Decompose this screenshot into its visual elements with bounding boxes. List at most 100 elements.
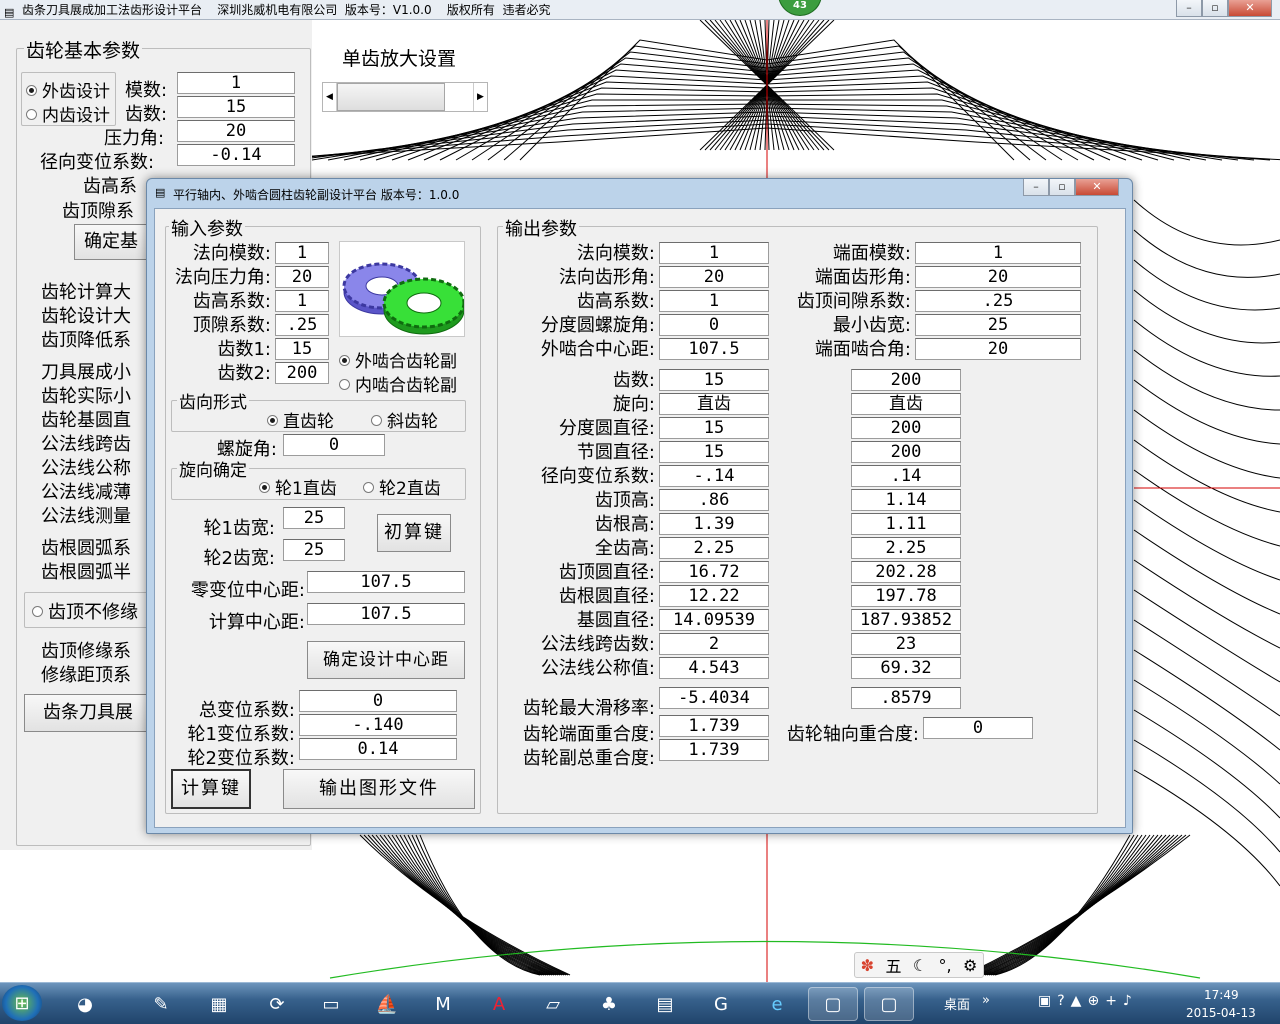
close-icon[interactable]: ✕ bbox=[1228, 0, 1272, 17]
fillet-curve-left bbox=[359, 834, 571, 976]
tray-arrow-icon[interactable]: ▲ bbox=[1071, 993, 1082, 1009]
out-transverse-module-field: 1 bbox=[915, 242, 1081, 264]
helix-angle-field[interactable]: 0 bbox=[283, 434, 385, 456]
shift1-field[interactable]: -.140 bbox=[299, 714, 457, 736]
addendum-coef-field[interactable]: 1 bbox=[275, 290, 329, 312]
tray-help-icon[interactable]: ? bbox=[1057, 993, 1064, 1009]
output-row-gear1-field: 4.543 bbox=[659, 657, 769, 679]
calculate-button[interactable]: 计算键 bbox=[171, 769, 251, 809]
taskbar-notes-icon[interactable]: ▱ bbox=[528, 987, 578, 1021]
taskbar-calculator-icon[interactable]: ▦ bbox=[194, 987, 244, 1021]
clock-time[interactable]: 17:49 bbox=[1204, 988, 1239, 1002]
out-helix-field: 0 bbox=[659, 314, 769, 336]
taskbar-m-icon[interactable]: M bbox=[418, 987, 468, 1021]
output-row-gear1-field: 2.25 bbox=[659, 537, 769, 559]
output-row-label: 基圆直径: bbox=[576, 610, 655, 631]
taskbar-folder-icon[interactable]: ▭ bbox=[306, 987, 356, 1021]
out-transverse-mesh-field: 20 bbox=[915, 338, 1081, 360]
ime-mode[interactable]: 五 bbox=[885, 953, 901, 977]
internal-design-radio[interactable]: 内齿设计 bbox=[26, 101, 110, 126]
toolbar-expand-icon[interactable]: » bbox=[982, 993, 990, 1008]
teeth1-label: 齿数1: bbox=[217, 339, 271, 360]
module-field[interactable]: 1 bbox=[177, 72, 295, 94]
rack-tool-button[interactable]: 齿条刀具展 bbox=[24, 694, 152, 732]
teeth-field[interactable]: 15 bbox=[177, 96, 295, 118]
taskbar-paint-icon[interactable]: ✎ bbox=[136, 987, 186, 1021]
rack-envelope-line bbox=[247, 127, 1280, 161]
maximize-icon[interactable]: ▫ bbox=[1049, 179, 1075, 196]
helical-radio[interactable]: 斜齿轮 bbox=[371, 407, 438, 432]
output-row-gear1-field: 15 bbox=[659, 369, 769, 391]
output-row-gear2-field: 200 bbox=[851, 369, 961, 391]
side-label: 齿根圆弧半 bbox=[41, 562, 131, 583]
taskbar-film-icon[interactable]: ▤ bbox=[640, 987, 690, 1021]
width1-field[interactable]: 25 bbox=[283, 507, 345, 529]
taskbar: ⊞ ◕ ✎ ▦ ⟳ ▭ ⛵ M A ▱ ♣ ▤ G e ▢ ▢ 桌面 » ▣ ?… bbox=[0, 982, 1280, 1024]
teeth1-field[interactable]: 15 bbox=[275, 338, 329, 360]
settings-gear-icon[interactable]: ⚙ bbox=[963, 956, 977, 975]
output-row-gear1-field: 15 bbox=[659, 417, 769, 439]
output-row-gear2-field: 1.14 bbox=[851, 489, 961, 511]
moon-icon[interactable]: ☾ bbox=[913, 956, 927, 975]
width2-field[interactable]: 25 bbox=[283, 539, 345, 561]
scroll-thumb[interactable] bbox=[337, 83, 445, 111]
calc-center-label: 计算中心距: bbox=[208, 612, 305, 633]
tray-network-icon[interactable]: ⊕ bbox=[1087, 993, 1099, 1009]
output-row-gear1-field: 15 bbox=[659, 441, 769, 463]
taskbar-ie-icon[interactable]: e bbox=[752, 987, 802, 1021]
spur-radio[interactable]: 直齿轮 bbox=[267, 407, 334, 432]
confirm-basic-button[interactable]: 确定基 bbox=[74, 224, 148, 260]
clearance-coef-field[interactable]: .25 bbox=[275, 314, 329, 336]
taskbar-pdf-icon[interactable]: A bbox=[474, 987, 524, 1021]
internal-pair-radio[interactable]: 内啮合齿轮副 bbox=[339, 371, 457, 396]
taskbar-refresh-icon[interactable]: ⟳ bbox=[252, 987, 302, 1021]
start-button-icon[interactable]: ⊞ bbox=[2, 985, 42, 1021]
teeth2-field[interactable]: 200 bbox=[275, 362, 329, 384]
normal-pressure-field[interactable]: 20 bbox=[275, 266, 329, 288]
clock-date[interactable]: 2015-04-13 bbox=[1186, 1006, 1256, 1020]
minimize-icon[interactable]: – bbox=[1176, 0, 1202, 17]
tip-no-modify-radio[interactable]: 齿顶不修缘 bbox=[32, 598, 138, 624]
fillet-curve-left bbox=[375, 834, 563, 976]
scroll-right-icon[interactable]: ▶ bbox=[473, 83, 487, 111]
tray-app-icon[interactable]: ▣ bbox=[1038, 993, 1051, 1009]
calc-center-field[interactable]: 107.5 bbox=[307, 603, 465, 625]
taskbar-app1-icon[interactable]: ◕ bbox=[60, 987, 110, 1021]
maximize-icon[interactable]: ▫ bbox=[1202, 0, 1228, 17]
pressure-angle-field[interactable]: 20 bbox=[177, 120, 295, 142]
total-shift-field[interactable]: 0 bbox=[299, 690, 457, 712]
out-min-width-field: 25 bbox=[915, 314, 1081, 336]
clearance-coef-label: 齿顶隙系 bbox=[62, 201, 134, 222]
fillet-curve-left bbox=[391, 834, 555, 976]
external-pair-radio[interactable]: 外啮合齿轮副 bbox=[339, 347, 457, 372]
axial-contact-field: 0 bbox=[923, 717, 1033, 739]
initial-calc-button[interactable]: 初算键 bbox=[377, 514, 451, 552]
taskbar-ship-icon[interactable]: ⛵ bbox=[362, 987, 412, 1021]
normal-module-field[interactable]: 1 bbox=[275, 242, 329, 264]
external-design-radio[interactable]: 外齿设计 bbox=[26, 77, 110, 102]
profile-curve-right bbox=[1133, 709, 1280, 819]
punctuation-icon[interactable]: °, bbox=[939, 956, 952, 975]
out-addendum-field: 1 bbox=[659, 290, 769, 312]
taskbar-window2-icon[interactable]: ▢ bbox=[864, 987, 914, 1021]
baidu-paw-icon[interactable]: ✽ bbox=[861, 956, 874, 975]
radial-shift-field[interactable]: -0.14 bbox=[177, 144, 295, 166]
zero-center-field[interactable]: 107.5 bbox=[307, 571, 465, 593]
profile-curve-right bbox=[1133, 649, 1280, 751]
export-graphic-button[interactable]: 输出图形文件 bbox=[283, 769, 475, 809]
taskbar-games-icon[interactable]: ♣ bbox=[584, 987, 634, 1021]
taskbar-ggg-icon[interactable]: G bbox=[696, 987, 746, 1021]
enlarge-scrollbar[interactable]: ◀ ▶ bbox=[322, 82, 488, 112]
desktop-toolbar-label[interactable]: 桌面 bbox=[944, 994, 970, 1013]
dir2-radio[interactable]: 轮2直齿 bbox=[363, 474, 441, 499]
minimize-icon[interactable]: – bbox=[1023, 179, 1049, 196]
close-icon[interactable]: ✕ bbox=[1075, 179, 1119, 196]
taskbar-window1-icon[interactable]: ▢ bbox=[808, 987, 858, 1021]
scroll-left-icon[interactable]: ◀ bbox=[323, 83, 337, 111]
main-window-title: 齿条刀具展成加工法齿形设计平台 深圳兆威机电有限公司 版本号：V1.0.0 版权… bbox=[22, 3, 551, 17]
dir1-radio[interactable]: 轮1直齿 bbox=[259, 474, 337, 499]
shift2-field[interactable]: 0.14 bbox=[299, 738, 457, 760]
confirm-center-button[interactable]: 确定设计中心距 bbox=[307, 641, 465, 679]
tray-add-icon[interactable]: + bbox=[1105, 993, 1117, 1009]
tray-volume-icon[interactable]: ♪ bbox=[1123, 993, 1132, 1009]
